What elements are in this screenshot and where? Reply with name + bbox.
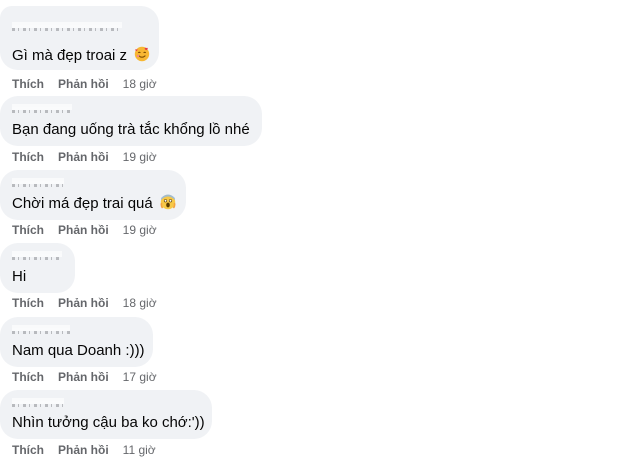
comment-text: Nhìn tưởng cậu ba ko chớ:')) bbox=[12, 414, 205, 431]
comment-actions: Thích Phản hồi 11 giờ bbox=[12, 442, 156, 458]
comment-timestamp[interactable]: 19 giờ bbox=[123, 223, 157, 237]
comment-timestamp[interactable]: 18 giờ bbox=[123, 77, 157, 91]
like-button[interactable]: Thích bbox=[12, 150, 44, 164]
comment-bubble: Chời má đẹp trai quá bbox=[0, 170, 186, 220]
comment-text: Gì mà đẹp troai z bbox=[12, 47, 128, 64]
reply-button[interactable]: Phản hồi bbox=[58, 77, 109, 91]
comment-text: Hi bbox=[12, 268, 27, 285]
author-name-redacted[interactable] bbox=[12, 178, 64, 192]
comment-actions: Thích Phản hồi 18 giờ bbox=[12, 76, 157, 92]
like-button[interactable]: Thích bbox=[12, 223, 44, 237]
reply-button[interactable]: Phản hồi bbox=[58, 443, 109, 457]
reply-button[interactable]: Phản hồi bbox=[58, 370, 109, 384]
comment-actions: Thích Phản hồi 19 giờ bbox=[12, 149, 157, 165]
comment-text: Bạn đang uống trà tắc khổng lồ nhé bbox=[12, 121, 250, 138]
author-name-redacted[interactable] bbox=[12, 251, 62, 265]
reply-button[interactable]: Phản hồi bbox=[58, 223, 109, 237]
comment-actions: Thích Phản hồi 18 giờ bbox=[12, 295, 157, 311]
comment-thread: Gì mà đẹp troai z Thích Phản hồi 18 giờ Bạ bbox=[0, 0, 644, 462]
reply-button[interactable]: Phản hồi bbox=[58, 150, 109, 164]
smiling-face-with-hearts-icon bbox=[135, 46, 150, 62]
like-button[interactable]: Thích bbox=[12, 370, 44, 384]
comment-bubble: Hi bbox=[0, 243, 75, 293]
like-button[interactable]: Thích bbox=[12, 296, 44, 310]
author-name-redacted[interactable] bbox=[12, 325, 70, 339]
comment-actions: Thích Phản hồi 19 giờ bbox=[12, 222, 157, 238]
comment-bubble: Bạn đang uống trà tắc khổng lồ nhé bbox=[0, 96, 262, 146]
author-name-redacted[interactable] bbox=[12, 104, 72, 118]
comment-text: Chời má đẹp trai quá bbox=[12, 195, 153, 212]
comment-text: Nam qua Doanh :))) bbox=[12, 342, 145, 359]
comment-timestamp[interactable]: 17 giờ bbox=[123, 370, 157, 384]
face-screaming-icon bbox=[160, 194, 176, 210]
comment-bubble: Gì mà đẹp troai z bbox=[0, 6, 159, 70]
reply-button[interactable]: Phản hồi bbox=[58, 296, 109, 310]
comment-actions: Thích Phản hồi 17 giờ bbox=[12, 369, 157, 385]
comment-timestamp[interactable]: 18 giờ bbox=[123, 296, 157, 310]
comment-timestamp[interactable]: 19 giờ bbox=[123, 150, 157, 164]
comment-bubble: Nhìn tưởng cậu ba ko chớ:')) bbox=[0, 390, 212, 439]
author-name-redacted[interactable] bbox=[12, 398, 64, 412]
comment-timestamp[interactable]: 11 giờ bbox=[123, 443, 156, 457]
author-name-redacted[interactable] bbox=[12, 22, 122, 36]
like-button[interactable]: Thích bbox=[12, 77, 44, 91]
like-button[interactable]: Thích bbox=[12, 443, 44, 457]
comment-bubble: Nam qua Doanh :))) bbox=[0, 317, 153, 367]
